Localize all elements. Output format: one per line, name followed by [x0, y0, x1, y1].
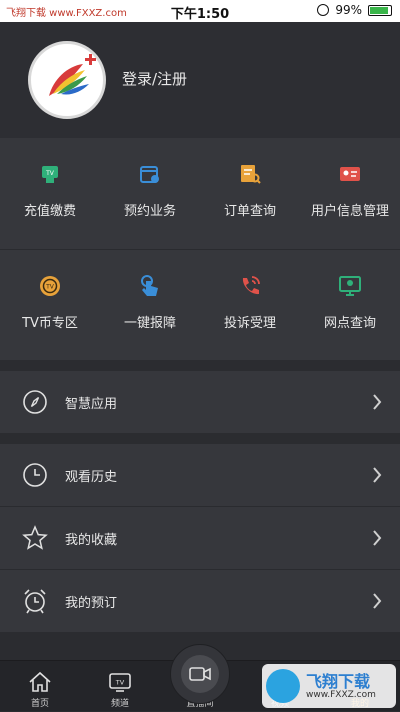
service-label: 预约业务: [123, 204, 176, 219]
service-label: 一键报障: [123, 316, 176, 331]
tv-coin-icon: TV: [40, 276, 60, 296]
menu-item-smart-apps[interactable]: 智慧应用: [0, 371, 400, 433]
tab-label: 首页: [30, 699, 49, 709]
service-tv-coin[interactable]: TV TV币专区: [0, 250, 100, 361]
tap-icon: [141, 275, 158, 296]
smart-apps-section: 智慧应用: [0, 371, 400, 433]
watermark-title: 飞翔下载: [306, 672, 371, 691]
live-room-button[interactable]: [170, 644, 230, 704]
rotation-lock-icon: [317, 4, 330, 16]
alarm-clock-icon: [24, 589, 46, 614]
menu-item-label: 智慧应用: [65, 397, 118, 412]
service-user-info[interactable]: 用户信息管理: [300, 138, 400, 249]
calendar-icon: [140, 166, 159, 183]
tab-label: 频道: [110, 699, 129, 709]
menu-item-label: 我的收藏: [65, 533, 118, 548]
tab-home[interactable]: 首页: [0, 661, 80, 712]
menu-item-favorites[interactable]: 我的收藏: [0, 507, 400, 569]
video-camera-icon: [189, 667, 211, 681]
menu-item-history[interactable]: 观看历史: [0, 444, 400, 506]
service-label: 用户信息管理: [310, 204, 389, 219]
star-icon: [22, 525, 48, 550]
svg-text:TV: TV: [115, 679, 125, 687]
status-bar: 飞翔下载 www.FXXZ.com 下午1:50 99%: [0, 0, 400, 22]
avatar[interactable]: [28, 41, 106, 119]
watermark-logo-icon: [266, 669, 300, 703]
live-button-inner: [181, 655, 219, 693]
menu-item-label: 观看历史: [65, 470, 118, 485]
complaint-icon: [242, 276, 260, 295]
tv-icon: TV: [109, 673, 131, 692]
service-outlet-search[interactable]: 网点查询: [300, 250, 400, 361]
chevron-right-icon: [373, 593, 382, 609]
service-label: TV币专区: [22, 316, 78, 331]
outlet-icon: [339, 276, 361, 296]
login-register-link[interactable]: 登录/注册: [122, 68, 187, 89]
service-label: 订单查询: [223, 204, 276, 219]
battery-icon: [368, 4, 392, 16]
service-order-search[interactable]: 订单查询: [200, 138, 300, 249]
svg-text:TV: TV: [45, 170, 55, 177]
watermark: 飞翔下载 www.FXXZ.com: [262, 664, 396, 708]
id-card-icon: [340, 167, 360, 181]
chevron-right-icon: [373, 530, 382, 546]
services-row: TV TV币专区 一键报障 投诉受理 网点查询: [0, 249, 400, 360]
menu-item-reservations[interactable]: 我的预订: [0, 570, 400, 632]
services-grid: TV 充值缴费 预约业务 订单查询 用户信息管理 TV TV币专区 一键报障 投…: [0, 138, 400, 360]
personal-section: 观看历史 我的收藏 我的预订: [0, 444, 400, 632]
compass-icon: [23, 390, 47, 414]
service-label: 网点查询: [323, 316, 376, 331]
recharge-icon: TV: [42, 166, 58, 183]
service-complaint[interactable]: 投诉受理: [200, 250, 300, 361]
service-report-fault[interactable]: 一键报障: [100, 250, 200, 361]
menu-item-label: 我的预订: [65, 596, 118, 611]
services-row: TV 充值缴费 预约业务 订单查询 用户信息管理: [0, 138, 400, 249]
battery-percent: 99%: [335, 3, 362, 17]
home-icon: [29, 671, 51, 692]
service-label: 投诉受理: [223, 316, 276, 331]
clock-icon: [23, 463, 47, 487]
watermark-url: www.FXXZ.com: [306, 690, 376, 700]
profile-header: 登录/注册: [0, 22, 400, 138]
chevron-right-icon: [373, 467, 382, 483]
svg-text:TV: TV: [45, 284, 55, 291]
service-label: 充值缴费: [23, 204, 76, 219]
chevron-right-icon: [373, 394, 382, 410]
app-logo-icon: [49, 54, 96, 96]
status-right: 99%: [317, 3, 392, 17]
tab-channels[interactable]: TV 频道: [80, 661, 160, 712]
order-search-icon: [241, 165, 261, 184]
service-appointment[interactable]: 预约业务: [100, 138, 200, 249]
service-recharge[interactable]: TV 充值缴费: [0, 138, 100, 249]
